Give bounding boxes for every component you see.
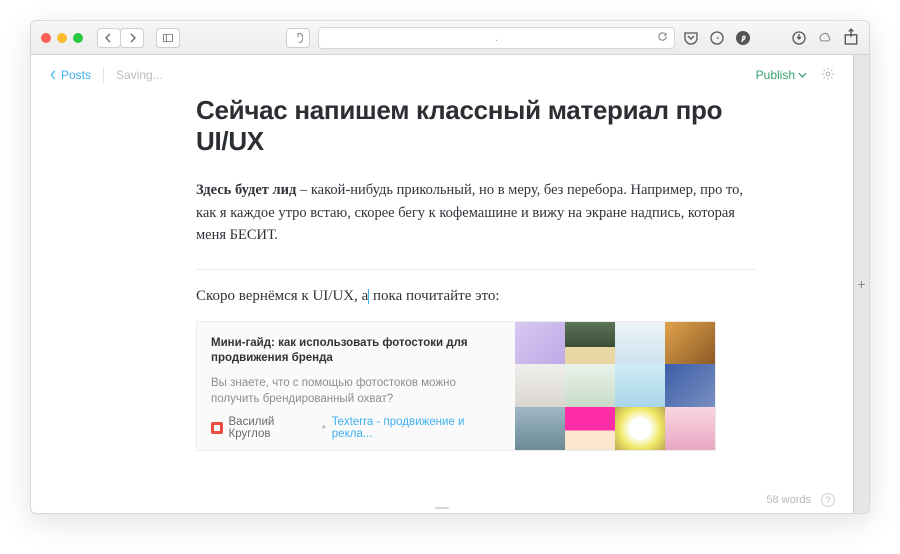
sidebar-toggle-button[interactable] (156, 28, 180, 48)
pinterest-icon[interactable] (735, 30, 751, 46)
cloud-icon[interactable] (817, 30, 833, 46)
settings-button[interactable] (821, 67, 835, 84)
post-title[interactable]: Сейчас напишем классный материал про UI/… (196, 95, 756, 157)
thumb-11 (615, 407, 665, 450)
thumb-12 (665, 407, 715, 450)
reader-button[interactable] (286, 28, 310, 48)
toolbar-extensions (683, 30, 751, 46)
save-status: Saving... (116, 68, 163, 82)
nav-forward-button[interactable] (120, 28, 144, 48)
browser-window: . Posts Saving... P (30, 20, 870, 514)
toolbar-right (791, 30, 859, 46)
lead-strong: Здесь будет лид (196, 182, 296, 198)
topbar-divider (103, 67, 104, 83)
browser-toolbar: . (31, 21, 869, 55)
bookmark-card[interactable]: Мини-гайд: как использовать фотостоки дл… (196, 321, 716, 451)
pocket-icon[interactable] (683, 30, 699, 46)
publish-button[interactable]: Publish (756, 68, 807, 82)
close-window-button[interactable] (41, 33, 51, 43)
minimize-window-button[interactable] (57, 33, 67, 43)
window-controls (41, 33, 83, 43)
card-source: Texterra - продвижение и рекла... (332, 416, 501, 440)
nav-back-forward (97, 28, 144, 48)
back-label: Posts (61, 68, 91, 82)
thumb-3 (615, 322, 665, 365)
card-thumbnails (515, 322, 715, 450)
nav-back-button[interactable] (97, 28, 121, 48)
back-to-posts-link[interactable]: Posts (49, 68, 91, 82)
reload-icon[interactable] (657, 31, 668, 45)
downloads-icon[interactable] (791, 30, 807, 46)
new-tab-button[interactable]: + (853, 55, 869, 513)
zoom-window-button[interactable] (73, 33, 83, 43)
editor-footer: 58 words ? (766, 493, 835, 507)
post-body-line[interactable]: Скоро вернёмся к UI/UX, а пока почитайте… (196, 288, 756, 305)
chevron-down-icon (798, 72, 807, 78)
thumb-5 (515, 364, 565, 407)
card-text: Мини-гайд: как использовать фотостоки дл… (197, 322, 515, 450)
chevron-left-icon (49, 70, 57, 80)
card-author: Василий Круглов (229, 416, 316, 440)
thumb-9 (515, 407, 565, 450)
thumb-1 (515, 322, 565, 365)
gear-icon (821, 67, 835, 81)
thumb-10 (565, 407, 615, 450)
card-separator: • (322, 422, 326, 434)
share-icon[interactable] (843, 30, 859, 46)
word-count: 58 words (766, 494, 811, 506)
extension-icon[interactable] (709, 30, 725, 46)
post-lead[interactable]: Здесь будет лид – какой-нибудь прикольны… (196, 179, 756, 246)
card-title: Мини-гайд: как использовать фотостоки дл… (211, 336, 501, 367)
thumb-2 (565, 322, 615, 365)
thumb-4 (665, 322, 715, 365)
editor-content[interactable]: Сейчас напишем классный материал про UI/… (31, 95, 853, 513)
url-text: . (495, 32, 498, 44)
card-favicon (211, 422, 223, 434)
thumb-7 (615, 364, 665, 407)
resize-handle[interactable] (435, 507, 449, 509)
content-divider (196, 269, 756, 270)
address-bar[interactable]: . (318, 27, 675, 49)
publish-label: Publish (756, 68, 795, 82)
thumb-6 (565, 364, 615, 407)
card-description: Вы знаете, что с помощью фотостоков можн… (211, 375, 501, 407)
help-button[interactable]: ? (821, 493, 835, 507)
card-meta: Василий Круглов • Texterra - продвижение… (211, 416, 501, 440)
editor-topbar: Posts Saving... Publish (31, 55, 853, 95)
thumb-8 (665, 364, 715, 407)
